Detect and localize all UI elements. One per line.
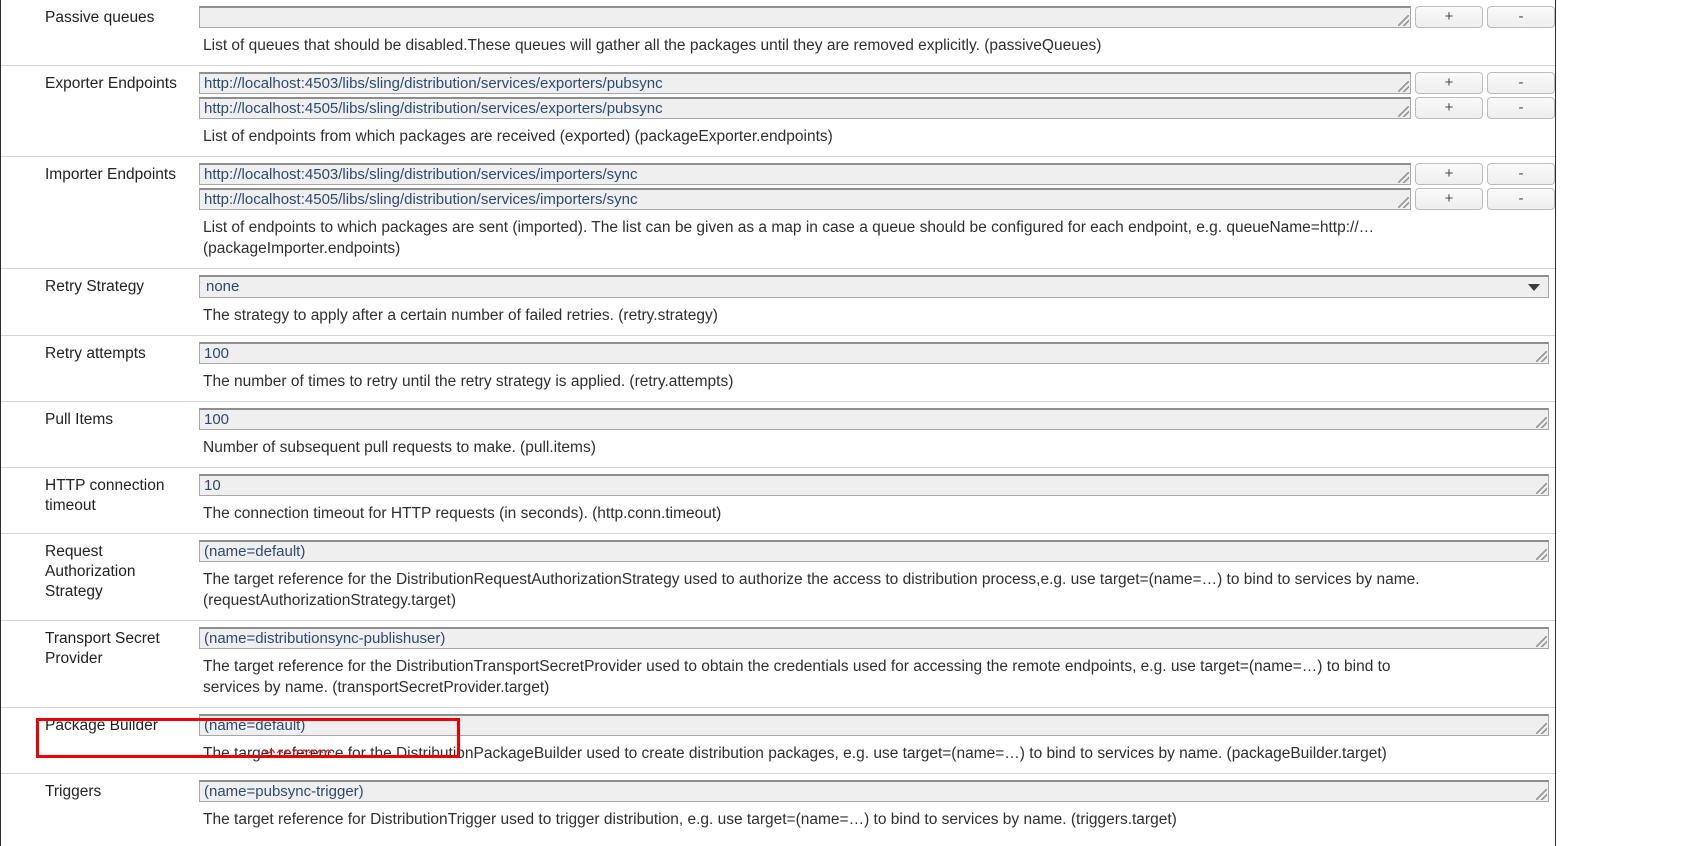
row-label-transport-secret-provider: Transport Secret Provider	[45, 630, 160, 667]
configuration-form: Passive queues + - List of queues that s…	[0, 0, 1556, 846]
importer-endpoint-input-0[interactable]: http://localhost:4503/libs/sling/distrib…	[199, 163, 1411, 185]
remove-passive-queue-button-0[interactable]: -	[1487, 6, 1555, 28]
field-line: (name=default)	[199, 540, 1549, 562]
config-page: Passive queues + - List of queues that s…	[0, 0, 1707, 846]
description-passive-queues: List of queues that should be disabled.T…	[203, 37, 1102, 54]
field-line: + -	[199, 6, 1555, 28]
chevron-down-icon	[1528, 284, 1540, 291]
form-row-pull-items: Pull Items 100 Number of subsequent pull…	[1, 401, 1555, 467]
row-body-request-authorization-strategy: (name=default) The target reference for …	[199, 534, 1555, 620]
description-line-2: (packageImporter.endpoints)	[203, 240, 401, 257]
description-exporter-endpoints: List of endpoints from which packages ar…	[203, 128, 833, 145]
http-connection-timeout-input[interactable]: 10	[199, 474, 1549, 496]
field-line: 10	[199, 474, 1549, 496]
description-importer-endpoints: List of endpoints to which packages are …	[199, 213, 1544, 260]
row-label-exporter-endpoints: Exporter Endpoints	[45, 75, 177, 92]
form-row-triggers: Triggers (name=pubsync-trigger) The targ…	[1, 773, 1555, 839]
description-line-2: services by name. (transportSecretProvid…	[203, 679, 550, 696]
row-label-passive-queues: Passive queues	[45, 9, 155, 26]
row-body-transport-secret-provider: (name=distributionsync-publishuser) The …	[199, 621, 1555, 707]
row-body-retry-strategy: none The strategy to apply after a certa…	[199, 269, 1555, 335]
triggers-input[interactable]: (name=pubsync-trigger)	[199, 780, 1549, 802]
description-http-connection-timeout: The connection timeout for HTTP requests…	[203, 505, 722, 522]
form-row-exporter-endpoints: Exporter Endpoints http://localhost:4503…	[1, 65, 1555, 156]
row-label-http-connection-timeout: HTTP connection timeout	[45, 477, 165, 514]
row-label-triggers: Triggers	[45, 783, 102, 800]
field-line: 100	[199, 408, 1549, 430]
row-body-http-connection-timeout: 10 The connection timeout for HTTP reque…	[199, 468, 1555, 533]
description-retry-attempts: The number of times to retry until the r…	[203, 373, 734, 390]
add-importer-endpoint-button-1[interactable]: +	[1415, 188, 1483, 210]
spellcheck-squiggle-icon	[262, 749, 334, 753]
retry-strategy-select[interactable]: none	[199, 275, 1549, 298]
form-row-retry-strategy: Retry Strategy none The strategy to appl…	[1, 268, 1555, 335]
description-request-authorization-strategy: The target reference for the Distributio…	[199, 565, 1544, 612]
transport-secret-provider-input[interactable]: (name=distributionsync-publishuser)	[199, 627, 1549, 649]
add-exporter-endpoint-button-0[interactable]: +	[1415, 72, 1483, 94]
row-body-package-builder: (name=default) The target reference for …	[199, 708, 1555, 773]
exporter-endpoint-input-0[interactable]: http://localhost:4503/libs/sling/distrib…	[199, 72, 1411, 94]
row-body-retry-attempts: 100 The number of times to retry until t…	[199, 336, 1555, 401]
field-line: 100	[199, 342, 1549, 364]
form-row-retry-attempts: Retry attempts 100 The number of times t…	[1, 335, 1555, 401]
row-label-request-authorization-strategy: Request Authorization Strategy	[45, 543, 136, 600]
form-row-package-builder: Package Builder (name=default) The targe…	[1, 707, 1555, 773]
description-package-builder: The target reference for the Distributio…	[203, 745, 1387, 762]
description-retry-strategy: The strategy to apply after a certain nu…	[203, 307, 718, 324]
field-line: (name=pubsync-trigger)	[199, 780, 1549, 802]
description-pull-items: Number of subsequent pull requests to ma…	[203, 439, 596, 456]
description-line-1: List of endpoints to which packages are …	[203, 219, 1375, 236]
field-line: http://localhost:4503/libs/sling/distrib…	[199, 163, 1555, 185]
remove-exporter-endpoint-button-1[interactable]: -	[1487, 97, 1555, 119]
description-transport-secret-provider: The target reference for the Distributio…	[199, 652, 1544, 699]
pull-items-input[interactable]: 100	[199, 408, 1549, 430]
add-importer-endpoint-button-0[interactable]: +	[1415, 163, 1483, 185]
row-label-retry-strategy: Retry Strategy	[45, 278, 145, 295]
field-line: (name=default)	[199, 714, 1549, 736]
passive-queues-input-0[interactable]	[199, 6, 1411, 28]
remove-importer-endpoint-button-0[interactable]: -	[1487, 163, 1555, 185]
row-label-retry-attempts: Retry attempts	[45, 345, 146, 362]
field-line: none	[199, 275, 1549, 298]
field-line: http://localhost:4505/libs/sling/distrib…	[199, 97, 1555, 119]
row-body-exporter-endpoints: http://localhost:4503/libs/sling/distrib…	[199, 66, 1555, 156]
package-builder-input[interactable]: (name=default)	[199, 714, 1549, 736]
field-line: http://localhost:4505/libs/sling/distrib…	[199, 188, 1555, 210]
form-row-http-connection-timeout: HTTP connection timeout 10 The connectio…	[1, 467, 1555, 533]
description-line-1: The target reference for the Distributio…	[203, 658, 1391, 675]
retry-attempts-input[interactable]: 100	[199, 342, 1549, 364]
row-body-passive-queues: + - List of queues that should be disabl…	[199, 0, 1555, 65]
row-label-package-builder: Package Builder	[45, 717, 158, 734]
field-line: (name=distributionsync-publishuser)	[199, 627, 1549, 649]
row-body-triggers: (name=pubsync-trigger) The target refere…	[199, 774, 1555, 839]
form-row-passive-queues: Passive queues + - List of queues that s…	[1, 0, 1555, 65]
row-body-pull-items: 100 Number of subsequent pull requests t…	[199, 402, 1555, 467]
request-authorization-strategy-input[interactable]: (name=default)	[199, 540, 1549, 562]
row-label-pull-items: Pull Items	[45, 411, 114, 428]
form-row-importer-endpoints: Importer Endpoints http://localhost:4503…	[1, 156, 1555, 268]
remove-importer-endpoint-button-1[interactable]: -	[1487, 188, 1555, 210]
add-passive-queue-button-0[interactable]: +	[1415, 6, 1483, 28]
importer-endpoint-input-1[interactable]: http://localhost:4505/libs/sling/distrib…	[199, 188, 1411, 210]
form-row-request-authorization-strategy: Request Authorization Strategy (name=def…	[1, 533, 1555, 620]
remove-exporter-endpoint-button-0[interactable]: -	[1487, 72, 1555, 94]
retry-strategy-selected-value: none	[206, 278, 240, 295]
description-line-1: The target reference for the Distributio…	[203, 571, 1420, 588]
description-line-2: (requestAuthorizationStrategy.target)	[203, 592, 457, 609]
row-label-importer-endpoints: Importer Endpoints	[45, 166, 176, 183]
exporter-endpoint-input-1[interactable]: http://localhost:4505/libs/sling/distrib…	[199, 97, 1411, 119]
form-row-transport-secret-provider: Transport Secret Provider (name=distribu…	[1, 620, 1555, 707]
description-triggers: The target reference for DistributionTri…	[203, 811, 1177, 828]
field-line: http://localhost:4503/libs/sling/distrib…	[199, 72, 1555, 94]
row-body-importer-endpoints: http://localhost:4503/libs/sling/distrib…	[199, 157, 1555, 268]
add-exporter-endpoint-button-1[interactable]: +	[1415, 97, 1483, 119]
